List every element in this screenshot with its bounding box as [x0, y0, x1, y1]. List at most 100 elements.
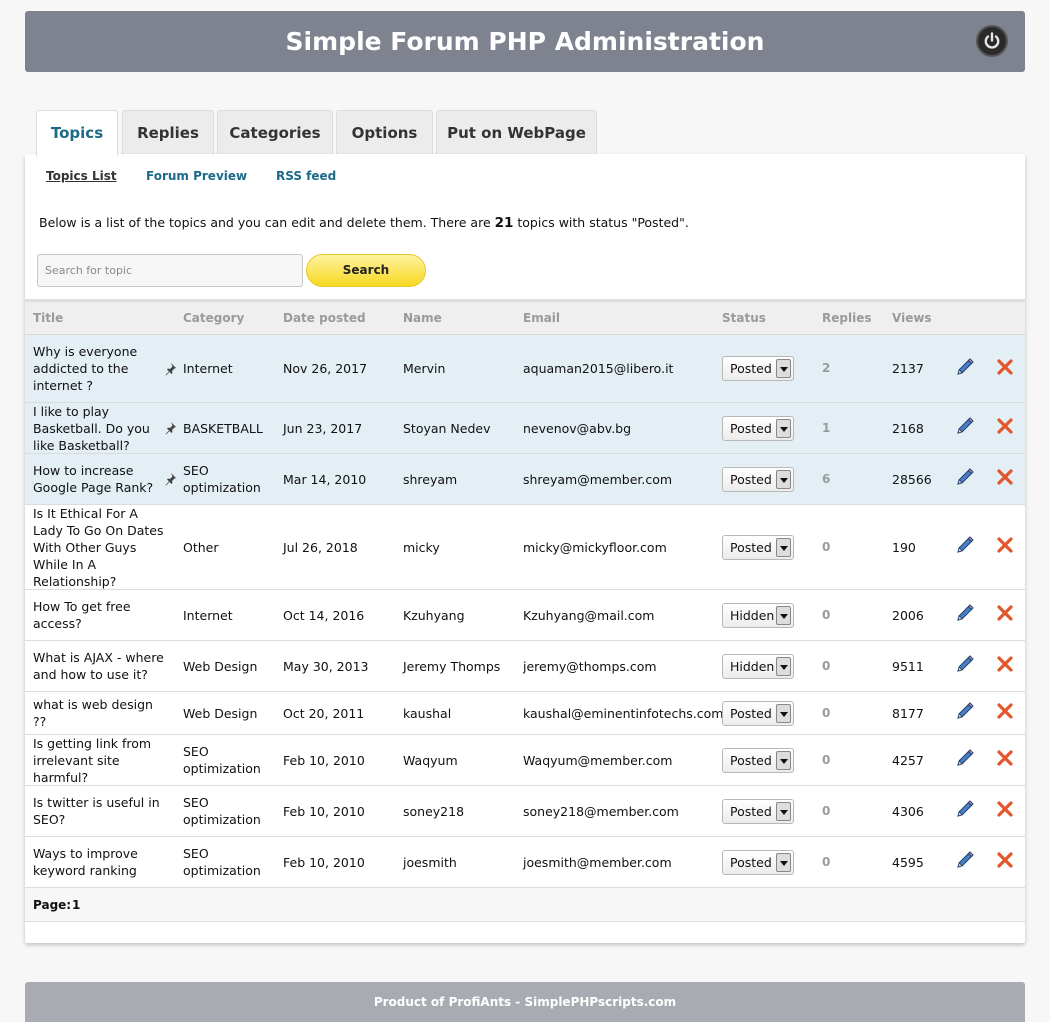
tab-replies[interactable]: Replies	[122, 110, 214, 154]
status-value: Posted	[730, 420, 772, 436]
close-icon	[996, 749, 1014, 771]
edit-button[interactable]	[954, 335, 976, 402]
delete-button[interactable]	[994, 786, 1016, 836]
chevron-down-icon	[776, 852, 791, 872]
topic-replies: 0	[822, 607, 831, 622]
status-value: Posted	[730, 539, 772, 555]
status-value: Posted	[730, 752, 772, 768]
topic-date: Jul 26, 2018	[283, 539, 358, 555]
col-views[interactable]: Views	[892, 302, 932, 335]
pencil-icon	[955, 416, 975, 440]
topic-replies: 0	[822, 752, 831, 767]
topic-category: Web Design	[183, 658, 258, 674]
edit-button[interactable]	[954, 786, 976, 836]
search-button[interactable]: Search	[306, 254, 426, 287]
status-dropdown[interactable]: Posted	[722, 356, 794, 381]
col-replies[interactable]: Replies	[822, 302, 871, 335]
chevron-down-icon	[776, 418, 791, 438]
col-date-posted[interactable]: Date posted	[283, 302, 366, 335]
topic-category: SEO optimization	[183, 795, 261, 827]
edit-button[interactable]	[954, 735, 976, 785]
status-value: Posted	[730, 854, 772, 870]
pin-icon	[162, 403, 178, 453]
status-cell: Posted	[722, 505, 796, 589]
table-row: I like to play Basketball. Do you like B…	[25, 403, 1025, 454]
pencil-icon	[955, 467, 975, 491]
topics-panel: Topics List Forum Preview RSS feed Below…	[25, 154, 1025, 943]
topic-email: jeremy@thomps.com	[523, 658, 657, 674]
chevron-down-icon	[776, 359, 791, 378]
pencil-icon	[955, 535, 975, 559]
topic-replies: 0	[822, 705, 831, 720]
status-dropdown[interactable]: Hidden	[722, 602, 794, 628]
pencil-icon	[955, 654, 975, 678]
status-dropdown[interactable]: Posted	[722, 466, 794, 492]
edit-button[interactable]	[954, 590, 976, 640]
status-dropdown[interactable]: Posted	[722, 849, 794, 875]
status-dropdown[interactable]: Hidden	[722, 653, 794, 679]
pencil-icon	[955, 799, 975, 823]
edit-button[interactable]	[954, 403, 976, 453]
intro-before: Below is a list of the topics and you ca…	[39, 215, 495, 230]
col-status[interactable]: Status	[722, 302, 766, 335]
status-dropdown[interactable]: Posted	[722, 415, 794, 441]
topics-table: Title Category Date posted Name Email St…	[25, 299, 1025, 922]
edit-button[interactable]	[954, 692, 976, 734]
delete-button[interactable]	[994, 403, 1016, 453]
status-dropdown[interactable]: Posted	[722, 534, 794, 560]
topic-title: Why is everyone addicted to the internet…	[33, 344, 138, 393]
delete-button[interactable]	[994, 505, 1016, 589]
close-icon	[996, 468, 1014, 490]
status-dropdown[interactable]: Posted	[722, 798, 794, 824]
topic-category: Web Design	[183, 705, 258, 721]
sublink-topics-list[interactable]: Topics List	[46, 169, 117, 183]
status-value: Hidden	[730, 658, 775, 674]
edit-button[interactable]	[954, 641, 976, 691]
close-icon	[996, 800, 1014, 822]
col-category[interactable]: Category	[183, 302, 244, 335]
status-value: Posted	[730, 471, 772, 487]
topic-date: Jun 23, 2017	[283, 420, 363, 436]
tab-put-on-webpage[interactable]: Put on WebPage	[436, 110, 597, 154]
topic-views: 4306	[892, 803, 924, 819]
pencil-icon	[955, 850, 975, 874]
chevron-down-icon	[776, 801, 791, 821]
delete-button[interactable]	[994, 837, 1016, 887]
col-email[interactable]: Email	[523, 302, 560, 335]
delete-button[interactable]	[994, 641, 1016, 691]
delete-button[interactable]	[994, 692, 1016, 734]
sublink-rss-feed[interactable]: RSS feed	[276, 169, 336, 183]
col-name[interactable]: Name	[403, 302, 442, 335]
logout-button[interactable]	[976, 25, 1008, 57]
edit-button[interactable]	[954, 505, 976, 589]
topic-email: kaushal@eminentinfotechs.com	[523, 705, 724, 721]
topic-replies: 2	[822, 361, 831, 375]
topic-category: SEO optimization	[183, 846, 261, 878]
intro-text: Below is a list of the topics and you ca…	[39, 215, 999, 231]
sublink-forum-preview[interactable]: Forum Preview	[146, 169, 247, 183]
tab-categories[interactable]: Categories	[217, 110, 333, 154]
page-link[interactable]: 1	[72, 888, 80, 922]
delete-button[interactable]	[994, 335, 1016, 402]
delete-button[interactable]	[994, 590, 1016, 640]
status-dropdown[interactable]: Posted	[722, 700, 794, 726]
topic-date: May 30, 2013	[283, 658, 369, 674]
pin-icon	[162, 335, 178, 402]
col-title[interactable]: Title	[33, 302, 63, 335]
close-icon	[996, 536, 1014, 558]
status-cell: Posted	[722, 692, 796, 734]
topic-replies: 6	[822, 471, 831, 486]
topic-email: shreyam@member.com	[523, 471, 673, 487]
tab-topics[interactable]: Topics	[36, 110, 118, 156]
edit-button[interactable]	[954, 837, 976, 887]
delete-button[interactable]	[994, 735, 1016, 785]
delete-button[interactable]	[994, 454, 1016, 504]
status-dropdown[interactable]: Posted	[722, 747, 794, 773]
topic-views: 4257	[892, 752, 924, 768]
topic-date: Feb 10, 2010	[283, 803, 365, 819]
tab-options[interactable]: Options	[336, 110, 433, 154]
search-input[interactable]	[37, 254, 303, 287]
topic-views: 28566	[892, 471, 932, 487]
edit-button[interactable]	[954, 454, 976, 504]
pencil-icon	[955, 357, 975, 381]
